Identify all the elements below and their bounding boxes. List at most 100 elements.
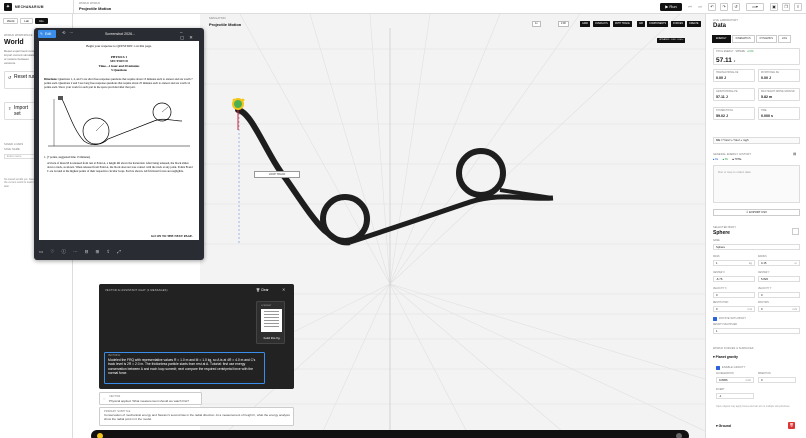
more-icon[interactable]: ⋯ xyxy=(69,30,77,35)
create-button[interactable]: CREATE xyxy=(687,21,701,27)
gravity-acceleration-field[interactable]: 9.8066 m/s² xyxy=(716,377,754,383)
stat-card: GRAVITATIONAL PE 57.11 J xyxy=(713,88,755,101)
stat-label: TRANSLATIONAL KE xyxy=(716,72,739,74)
rotate-label: ROTATE WITH BODY xyxy=(719,317,747,320)
handle-dot[interactable] xyxy=(241,98,245,102)
chart-icon[interactable]: ▤ xyxy=(793,152,796,156)
center-x-field[interactable]: -6.76 xyxy=(713,276,755,282)
velocity-y-field[interactable]: 0 xyxy=(758,292,800,298)
assistant-icon xyxy=(97,433,103,438)
heart-icon[interactable]: ♡ xyxy=(50,249,61,254)
more-icon[interactable]: ⋯ xyxy=(73,249,85,254)
play-icon: ▶ xyxy=(665,4,669,9)
energy-equation: ME = ½mv² + ½Iω² + mgh xyxy=(713,137,800,144)
dialog-title: VECTOR AI ASSISTANT CHAT (1 MESSAGES) xyxy=(105,289,168,292)
delete-object-icon[interactable] xyxy=(792,228,799,235)
zoom-out-icon[interactable]: ⊟ xyxy=(85,249,96,254)
restitution-field[interactable]: 0 m/s xyxy=(713,306,755,312)
expand-icon[interactable]: ⤢ xyxy=(117,249,128,254)
gravity-direction-field[interactable]: 0 xyxy=(758,377,796,383)
tab-info[interactable]: Info xyxy=(34,18,48,24)
share-icon[interactable]: ⇪ xyxy=(106,249,117,254)
track-ramp[interactable] xyxy=(235,107,327,233)
reset-run-button[interactable]: ↺ Reset run xyxy=(4,71,37,89)
tab-log[interactable]: Log xyxy=(777,35,792,43)
window-icon[interactable]: ▭ xyxy=(39,249,50,254)
send-icon[interactable] xyxy=(676,433,682,438)
import-icon: ⇪ xyxy=(8,106,12,111)
clear-button[interactable]: 🗑 Clear xyxy=(256,288,269,292)
history-icon[interactable]: ↺ xyxy=(732,3,740,11)
run-button[interactable]: ▶ Run xyxy=(660,3,682,11)
info-icon[interactable]: ⓘ xyxy=(61,249,73,254)
tab-energy[interactable]: Energy xyxy=(712,35,731,43)
tab-world[interactable]: World xyxy=(3,18,19,24)
speed-dropdown[interactable]: 1x xyxy=(532,21,541,27)
energy-change-badge: +0.0% xyxy=(747,51,754,53)
air-toggle[interactable]: AIR xyxy=(637,21,645,27)
suggestion-card[interactable]: ◌ VECTOR Physical applied. What measurem… xyxy=(99,392,202,405)
stat-value: 0.000 s xyxy=(761,114,773,118)
friction-field[interactable]: 0 m/s xyxy=(758,306,800,312)
ground-item[interactable]: ▾ Ground xyxy=(716,424,731,428)
gravity-invert-field[interactable]: -1 xyxy=(716,393,754,399)
radius-field[interactable]: 0.15 m xyxy=(758,260,800,266)
context-kicker: CONTEXT xyxy=(261,305,272,307)
edit-button[interactable]: ✎ Edit xyxy=(38,30,56,38)
step-icon[interactable]: ⏭ xyxy=(696,3,704,11)
import-set-button[interactable]: ⇪ Import set xyxy=(4,102,37,120)
rotate-checkbox[interactable] xyxy=(713,317,717,321)
edit-label: Edit xyxy=(45,32,52,36)
mass-field[interactable]: 1 kg xyxy=(713,260,755,266)
context-card[interactable]: CONTEXT build this fig. xyxy=(256,301,285,344)
components-toggle[interactable]: COMPONENTS xyxy=(647,21,669,27)
trash-icon[interactable]: 🗑 xyxy=(788,422,795,429)
principle-card[interactable]: PRIMARY SUBTITLE Conservation of mechani… xyxy=(99,407,294,426)
field-label: ACCELERATION xyxy=(716,373,734,375)
menu-icon[interactable]: ≡ xyxy=(794,3,802,11)
field-label: MASS xyxy=(713,256,720,258)
field-label: CENTER X xyxy=(713,272,725,274)
undo-icon[interactable]: ↶ xyxy=(708,3,716,11)
maximize-icon[interactable]: ▢ xyxy=(180,35,189,40)
screenshot-titlebar: ✎ Edit ⟲⋯ Screenshot 2026... –▢✕ xyxy=(34,28,204,40)
download-icon: ⇩ xyxy=(745,210,749,214)
handle-dot[interactable] xyxy=(232,98,236,102)
gravity-label: Planet gravity xyxy=(715,355,738,359)
overlays-toggle[interactable]: OVERLAYS xyxy=(593,21,610,27)
export-csv-button[interactable]: ⇩ EXPORT CSV xyxy=(713,209,800,216)
message-kicker: VECTOR AI xyxy=(108,355,121,357)
close-icon[interactable]: ✕ xyxy=(189,35,198,40)
legend-total: ■ TOTAL xyxy=(732,159,742,161)
enable-gravity-checkbox[interactable] xyxy=(716,366,720,370)
forces-toggle[interactable]: FORCES xyxy=(671,21,685,27)
chat-input-bar[interactable] xyxy=(91,430,689,438)
tab-dynamics[interactable]: Dynamics xyxy=(755,35,777,43)
save-icon[interactable]: ▣ xyxy=(770,3,778,11)
center-y-field[interactable]: 5.820 xyxy=(758,276,800,282)
brand-name: MECHANARIUM xyxy=(15,5,44,9)
tab-kinematics[interactable]: Kinematics xyxy=(731,35,755,43)
layout-icon[interactable]: ▭▾ xyxy=(746,3,764,11)
redo-icon[interactable]: ↷ xyxy=(720,3,728,11)
rewind-icon[interactable]: ⏮ xyxy=(686,3,694,11)
screenshot-window: ✎ Edit ⟲⋯ Screenshot 2026... –▢✕ Begin yo… xyxy=(34,28,204,260)
gravity-item[interactable]: ▾ Planet gravity xyxy=(713,355,738,359)
suggestion-kicker: VECTOR xyxy=(109,395,121,398)
track-incline[interactable] xyxy=(349,194,554,245)
zoom-in-icon[interactable]: ⊞ xyxy=(96,249,107,254)
density-field[interactable]: 1 xyxy=(713,328,800,334)
name-field[interactable]: Sphere xyxy=(713,244,800,250)
copy-icon[interactable]: ❐ xyxy=(782,3,790,11)
left-description: Reset experiment runs, import current si… xyxy=(4,49,38,65)
grid-toggle[interactable]: GRID xyxy=(580,21,590,27)
zoom-dropdown[interactable]: 2.00 xyxy=(558,21,569,27)
stat-value: 0.00 J xyxy=(716,76,726,80)
velocity-x-field[interactable]: 0 xyxy=(713,292,755,298)
save-name-input[interactable]: Enter name xyxy=(4,154,37,159)
loop-c[interactable] xyxy=(456,148,506,198)
close-icon[interactable]: ✕ xyxy=(282,287,285,292)
total-energy-card: TOTAL ENERGY · SPHERE +0.0% 57.11 J xyxy=(713,48,800,65)
tab-lab[interactable]: Lab xyxy=(20,18,33,24)
path-trace-toggle[interactable]: PATH TRACE xyxy=(613,21,632,27)
